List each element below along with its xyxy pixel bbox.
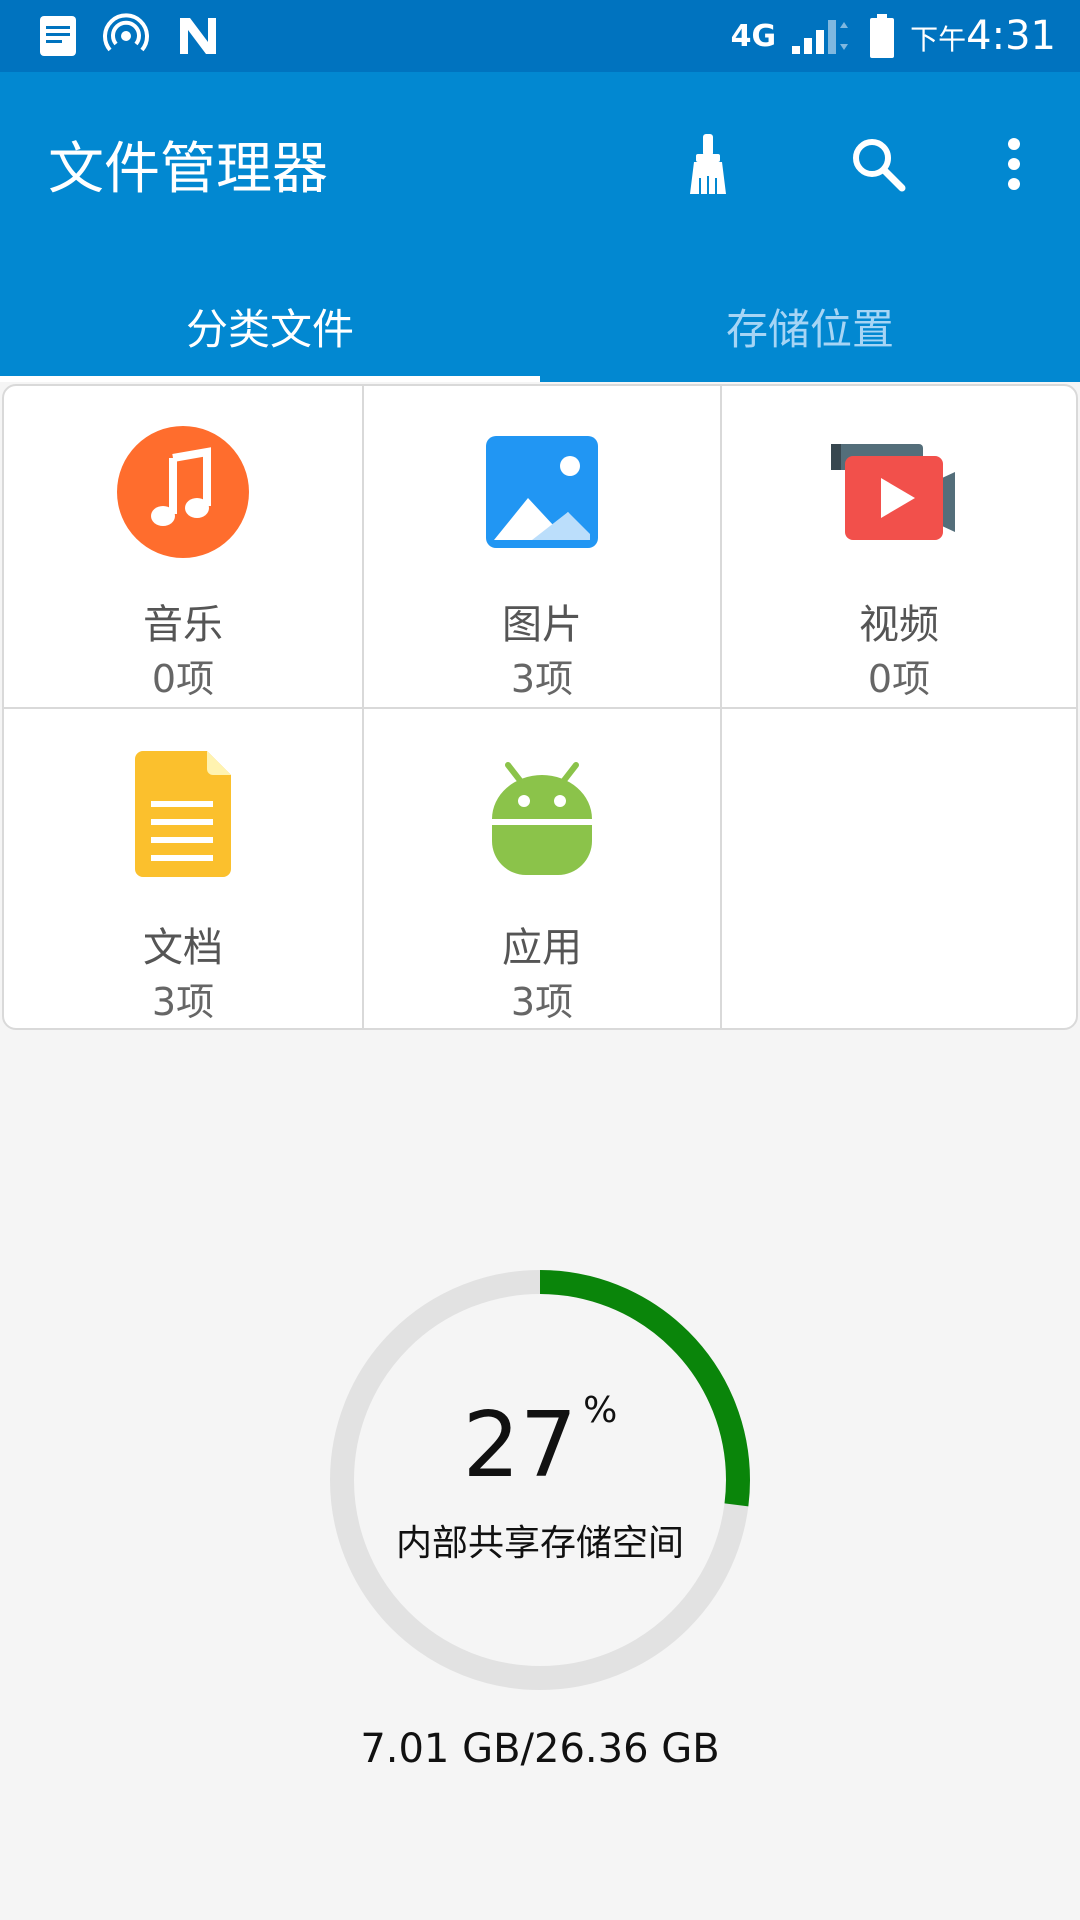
battery-icon (870, 14, 895, 58)
storage-usage-text: 7.01 GB/26.36 GB (360, 1726, 720, 1772)
hotspot-icon (103, 13, 149, 52)
network-type: 4G (730, 18, 777, 54)
category-count: 3项 (151, 980, 215, 1024)
category-count: 3项 (510, 980, 574, 1024)
category-label: 视频 (859, 602, 939, 648)
storage-label: 内部共享存储空间 (395, 1523, 684, 1564)
document-icon (135, 751, 231, 877)
status-bar: 4G 下午4:31 (0, 0, 1080, 72)
music-icon (117, 426, 249, 558)
search-icon (853, 139, 906, 192)
category-label: 应用 (502, 925, 582, 971)
signal-icon (792, 20, 849, 54)
tab-categories[interactable]: 分类文件 (0, 270, 540, 382)
image-icon (486, 436, 598, 548)
category-music[interactable]: 音乐 0项 (4, 386, 362, 707)
tab-storage-location[interactable]: 存储位置 (540, 270, 1080, 382)
category-video[interactable]: 视频 0项 (720, 386, 1076, 707)
notes-icon (40, 16, 76, 56)
status-right: 4G 下午4:31 (731, 0, 1056, 72)
category-apps[interactable]: 应用 3项 (362, 707, 720, 1028)
category-documents[interactable]: 文档 3项 (4, 707, 362, 1028)
nfc-n-icon (180, 18, 216, 54)
search-button[interactable] (830, 116, 926, 212)
empty-cell (720, 707, 1076, 1028)
percent-value: 27 (462, 1393, 578, 1498)
percent-symbol: % (583, 1390, 618, 1431)
category-images[interactable]: 图片 3项 (362, 386, 720, 707)
storage-percent: 27% (330, 1390, 750, 1498)
android-icon (492, 762, 592, 875)
app-title: 文件管理器 (48, 137, 328, 202)
time-prefix: 下午 (910, 23, 967, 56)
video-icon (831, 444, 955, 540)
tab-indicator (0, 376, 540, 382)
broom-clean-icon (690, 134, 726, 194)
category-count: 3项 (510, 657, 574, 701)
more-vert-icon (1008, 138, 1020, 190)
category-count: 0项 (867, 657, 931, 701)
category-label: 图片 (502, 602, 582, 648)
category-label: 音乐 (143, 602, 223, 648)
clean-button[interactable] (660, 116, 756, 212)
category-grid: 音乐 0项 图片 3项 视频 0项 文档 3项 应用 3项 (2, 384, 1078, 1030)
more-options-button[interactable] (966, 116, 1062, 212)
app-bar: 文件管理器 分类文件 存储位置 (0, 72, 1080, 382)
clock: 4:31 (966, 13, 1056, 59)
category-label: 文档 (143, 925, 223, 971)
category-count: 0项 (151, 657, 215, 701)
